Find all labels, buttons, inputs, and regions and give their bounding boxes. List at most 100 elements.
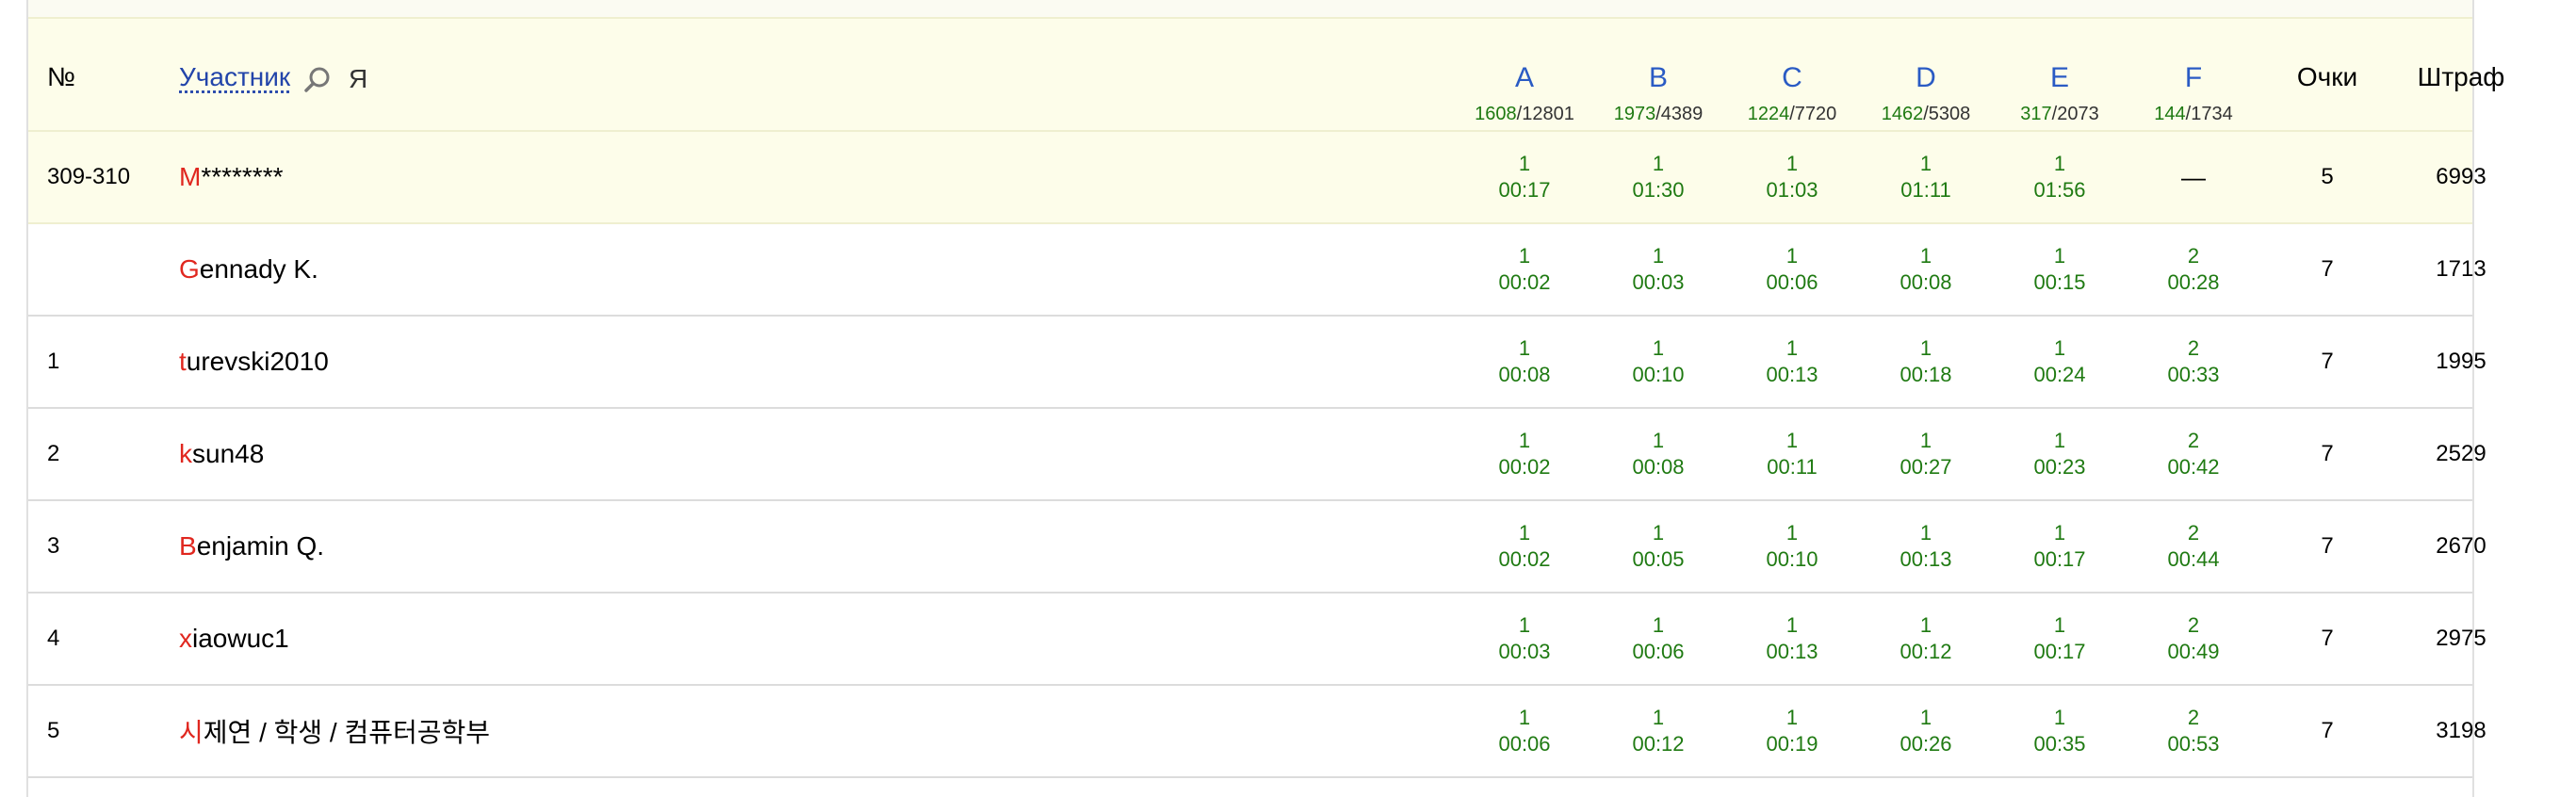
participant-name-initial: B: [179, 531, 197, 561]
problem-link-a[interactable]: A: [1515, 62, 1534, 94]
points-cell: 7: [2321, 349, 2334, 374]
solve-time: 00:12: [1899, 640, 1952, 663]
table-row: Gennady K. 1 00:02 1 00:03 1 00:06 1 00:08 1 00:15…: [28, 224, 2486, 317]
attempts-count: 1: [1652, 429, 1665, 452]
result-cell-d: 1 00:08: [1860, 224, 1992, 315]
solve-time: 00:03: [1498, 640, 1551, 663]
solve-time: 01:30: [1632, 178, 1685, 202]
solve-time: 00:13: [1899, 547, 1952, 571]
problem-stat-f: 144/1734: [2154, 104, 2233, 124]
problem-link-d[interactable]: D: [1916, 62, 1936, 94]
attempts-count: 2: [2187, 244, 2200, 268]
penalty-cell: 6993: [2436, 164, 2486, 189]
points-header: Очки: [2296, 62, 2358, 91]
participant-name[interactable]: M ********: [179, 132, 284, 222]
result-cell-f: 2 00:42: [2128, 409, 2259, 499]
attempts-count: 1: [1785, 613, 1799, 637]
solve-time: 00:06: [1498, 732, 1551, 756]
current-user-row: 309-310 M ******** 1 00:17 1 01:30 1 01:03 1 01:11…: [28, 132, 2486, 224]
solve-time: 00:17: [2033, 547, 2086, 571]
attempts-count: 1: [1518, 521, 1531, 545]
solve-time: 00:06: [1632, 640, 1685, 663]
solve-time: 00:17: [1498, 178, 1551, 202]
table-row: 4 x iaowuc1 1 00:03 1 00:06 1 00:13 1 00:12 1 00:17 2…: [28, 594, 2486, 686]
solve-time: 00:03: [1632, 270, 1685, 294]
solve-time: 00:23: [2033, 455, 2086, 479]
attempts-count: 1: [1652, 244, 1665, 268]
result-cell-d: 1 00:12: [1860, 594, 1992, 684]
rank-header: №: [47, 62, 76, 91]
table-top-strip: [28, 0, 2472, 19]
rank-cell: 1: [47, 349, 60, 374]
problem-link-c[interactable]: C: [1782, 62, 1802, 94]
table-row: 2 k sun48 1 00:02 1 00:08 1 00:11 1 00:27 1 00:23 2 00…: [28, 409, 2486, 501]
problem-header-b: B 1973/4389: [1592, 19, 1724, 130]
result-cell-c: 1 00:19: [1726, 686, 1858, 776]
attempts-count: 1: [1518, 429, 1531, 452]
attempts-count: 1: [2053, 706, 2066, 729]
result-cell-f: 2 00:44: [2128, 501, 2259, 592]
result-cell-a: 1 00:03: [1459, 594, 1590, 684]
attempts-count: 1: [1518, 336, 1531, 360]
points-cell: 7: [2321, 626, 2334, 651]
participant-name[interactable]: x iaowuc1: [179, 594, 289, 684]
result-cell-a: 1 00:06: [1459, 686, 1590, 776]
attempts-count: 1: [1785, 244, 1799, 268]
participant-name-rest: enjamin Q.: [196, 531, 325, 561]
participant-name[interactable]: t urevski2010: [179, 317, 329, 407]
result-cell-d: 1 00:13: [1860, 501, 1992, 592]
result-cell-d: 1 01:11: [1860, 132, 1992, 222]
result-cell-e: 1 00:15: [1994, 224, 2126, 315]
problem-link-b[interactable]: B: [1649, 62, 1668, 94]
solve-time: 00:35: [2033, 732, 2086, 756]
rank-cell: 3: [47, 533, 60, 559]
result-cell-b: 1 01:30: [1592, 132, 1724, 222]
result-cell-d: 1 00:27: [1860, 409, 1992, 499]
attempts-count: 2: [2187, 336, 2200, 360]
result-cell-b: 1 00:06: [1592, 594, 1724, 684]
participant-name[interactable]: Benjamin Q.: [179, 501, 324, 592]
result-cell-a: 1 00:02: [1459, 409, 1590, 499]
problem-link-f[interactable]: F: [2185, 62, 2202, 94]
participant-name[interactable]: k sun48: [179, 409, 264, 499]
participant-name[interactable]: Gennady K.: [179, 224, 318, 315]
result-cell-f: —: [2128, 132, 2259, 222]
rank-cell: 2: [47, 441, 60, 466]
points-cell: 7: [2321, 441, 2334, 466]
solve-time: 00:33: [2167, 363, 2220, 386]
solve-time: 00:02: [1498, 455, 1551, 479]
attempts-count: 1: [1785, 429, 1799, 452]
solve-time: 01:03: [1766, 178, 1818, 202]
solve-time: 00:49: [2167, 640, 2220, 663]
attempts-count: 1: [1785, 336, 1799, 360]
attempts-count: 1: [1785, 152, 1799, 175]
result-cell-c: 1 00:10: [1726, 501, 1858, 592]
solve-time: 00:17: [2033, 640, 2086, 663]
result-cell-c: 1 00:06: [1726, 224, 1858, 315]
result-cell-e: 1 00:17: [1994, 501, 2126, 592]
solve-time: 00:15: [2033, 270, 2086, 294]
result-cell-d: 1 00:18: [1860, 317, 1992, 407]
result-cell-e: 1 01:56: [1994, 132, 2126, 222]
me-filter-toggle[interactable]: Я: [349, 64, 367, 94]
participant-name-rest: urevski2010: [186, 347, 329, 376]
problem-header-a: A 1608/12801: [1459, 19, 1590, 130]
penalty-cell: 2670: [2436, 533, 2486, 559]
problem-header-e: E 317/2073: [1994, 19, 2126, 130]
solve-time: 00:05: [1632, 547, 1685, 571]
penalty-cell: 1995: [2436, 349, 2486, 374]
search-icon[interactable]: [303, 66, 332, 94]
participant-name[interactable]: 시 제연 / 학생 / 컴퓨터공학부: [179, 686, 490, 776]
attempts-count: 1: [1518, 613, 1531, 637]
participant-name-initial: M: [179, 162, 202, 191]
attempts-count: 1: [1518, 706, 1531, 729]
penalty-cell: 1713: [2436, 256, 2486, 282]
attempts-count: 1: [1652, 521, 1665, 545]
solve-time: 00:24: [2033, 363, 2086, 386]
table-header: № Участник Я A 1608/12801 B 1973/4389 C …: [28, 19, 2504, 132]
participant-header[interactable]: Участник: [179, 62, 290, 92]
table-row: 1 t urevski2010 1 00:08 1 00:10 1 00:13 1 00:18 1 00…: [28, 317, 2486, 409]
points-cell: 7: [2321, 533, 2334, 559]
solve-time: 00:19: [1766, 732, 1818, 756]
problem-link-e[interactable]: E: [2050, 62, 2069, 94]
